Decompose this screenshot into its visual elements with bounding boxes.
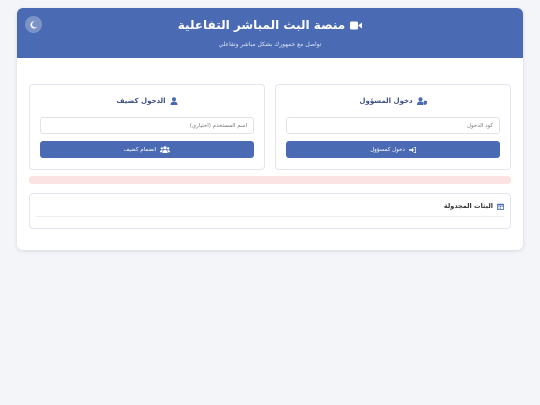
- user-icon: [170, 97, 178, 105]
- moon-icon: [29, 20, 38, 29]
- scheduled-streams-title-row: البثات المجدولة: [444, 202, 504, 210]
- scheduled-streams-title: البثات المجدولة: [443, 202, 493, 210]
- guest-name-input[interactable]: [40, 117, 254, 134]
- video-camera-icon: [350, 21, 363, 30]
- main-card: منصة البث المباشر التفاعلية تواصل مع جمه…: [17, 8, 523, 250]
- users-icon: [160, 146, 171, 153]
- page-subtitle: تواصل مع جمهورك بشكل مباشر وتفاعلي: [218, 41, 322, 48]
- user-shield-icon: [416, 97, 427, 105]
- page-title-row: منصة البث المباشر التفاعلية: [17, 18, 523, 32]
- page-title: منصة البث المباشر التفاعلية: [177, 18, 346, 32]
- admin-code-input[interactable]: [286, 117, 500, 134]
- theme-toggle-button[interactable]: [25, 16, 42, 33]
- admin-panel-title-row: دخول المسؤول: [276, 97, 510, 105]
- guest-panel-title: الدخول كضيف: [116, 97, 166, 105]
- guest-join-button[interactable]: انضمام كضيف: [40, 141, 254, 158]
- scheduled-streams-panel: البثات المجدولة: [29, 193, 511, 229]
- header: منصة البث المباشر التفاعلية تواصل مع جمه…: [17, 8, 523, 58]
- admin-login-label: دخول كمسؤول: [370, 146, 405, 153]
- divider: [36, 216, 504, 217]
- calendar-icon: [497, 203, 504, 210]
- admin-panel-title: دخول المسؤول: [359, 97, 413, 105]
- guest-join-label: انضمام كضيف: [123, 146, 157, 153]
- guest-panel-title-row: الدخول كضيف: [30, 97, 264, 105]
- sign-in-icon: [408, 146, 416, 153]
- guest-login-panel: الدخول كضيف انضمام كضيف: [29, 84, 265, 170]
- alert-bar: [29, 176, 511, 184]
- admin-login-button[interactable]: دخول كمسؤول: [286, 141, 500, 158]
- admin-login-panel: دخول المسؤول دخول كمسؤول: [275, 84, 511, 170]
